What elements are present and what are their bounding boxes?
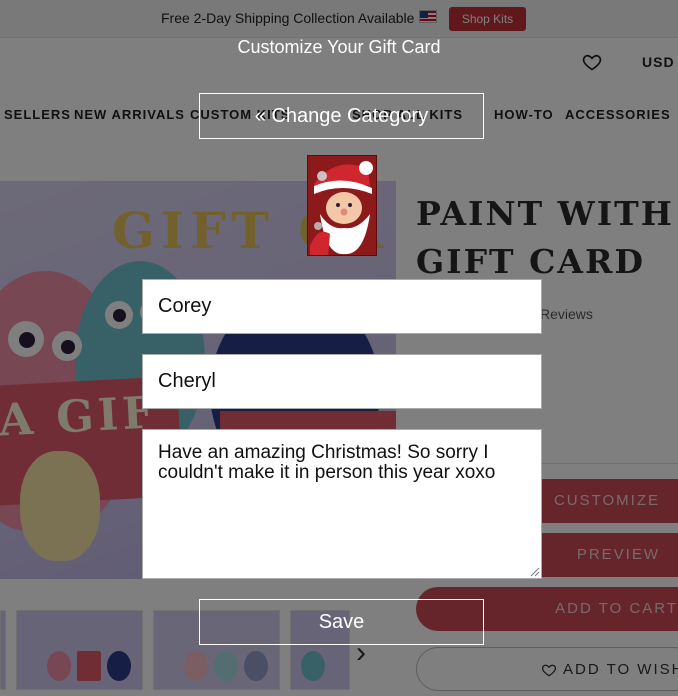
to-name-field[interactable] [142,279,542,334]
resize-handle-icon[interactable] [528,565,540,577]
message-textarea[interactable]: Have an amazing Christmas! So sorry I co… [142,429,542,579]
customize-gift-card-modal: Customize Your Gift Card « Change Catego… [0,0,678,696]
santa-art [308,156,376,255]
santa-claus-card-image[interactable] [307,155,377,256]
from-name-field[interactable] [142,354,542,409]
save-button[interactable]: Save [199,599,484,645]
modal-title: Customize Your Gift Card [237,37,441,57]
change-category-button[interactable]: « Change Category [199,93,484,139]
